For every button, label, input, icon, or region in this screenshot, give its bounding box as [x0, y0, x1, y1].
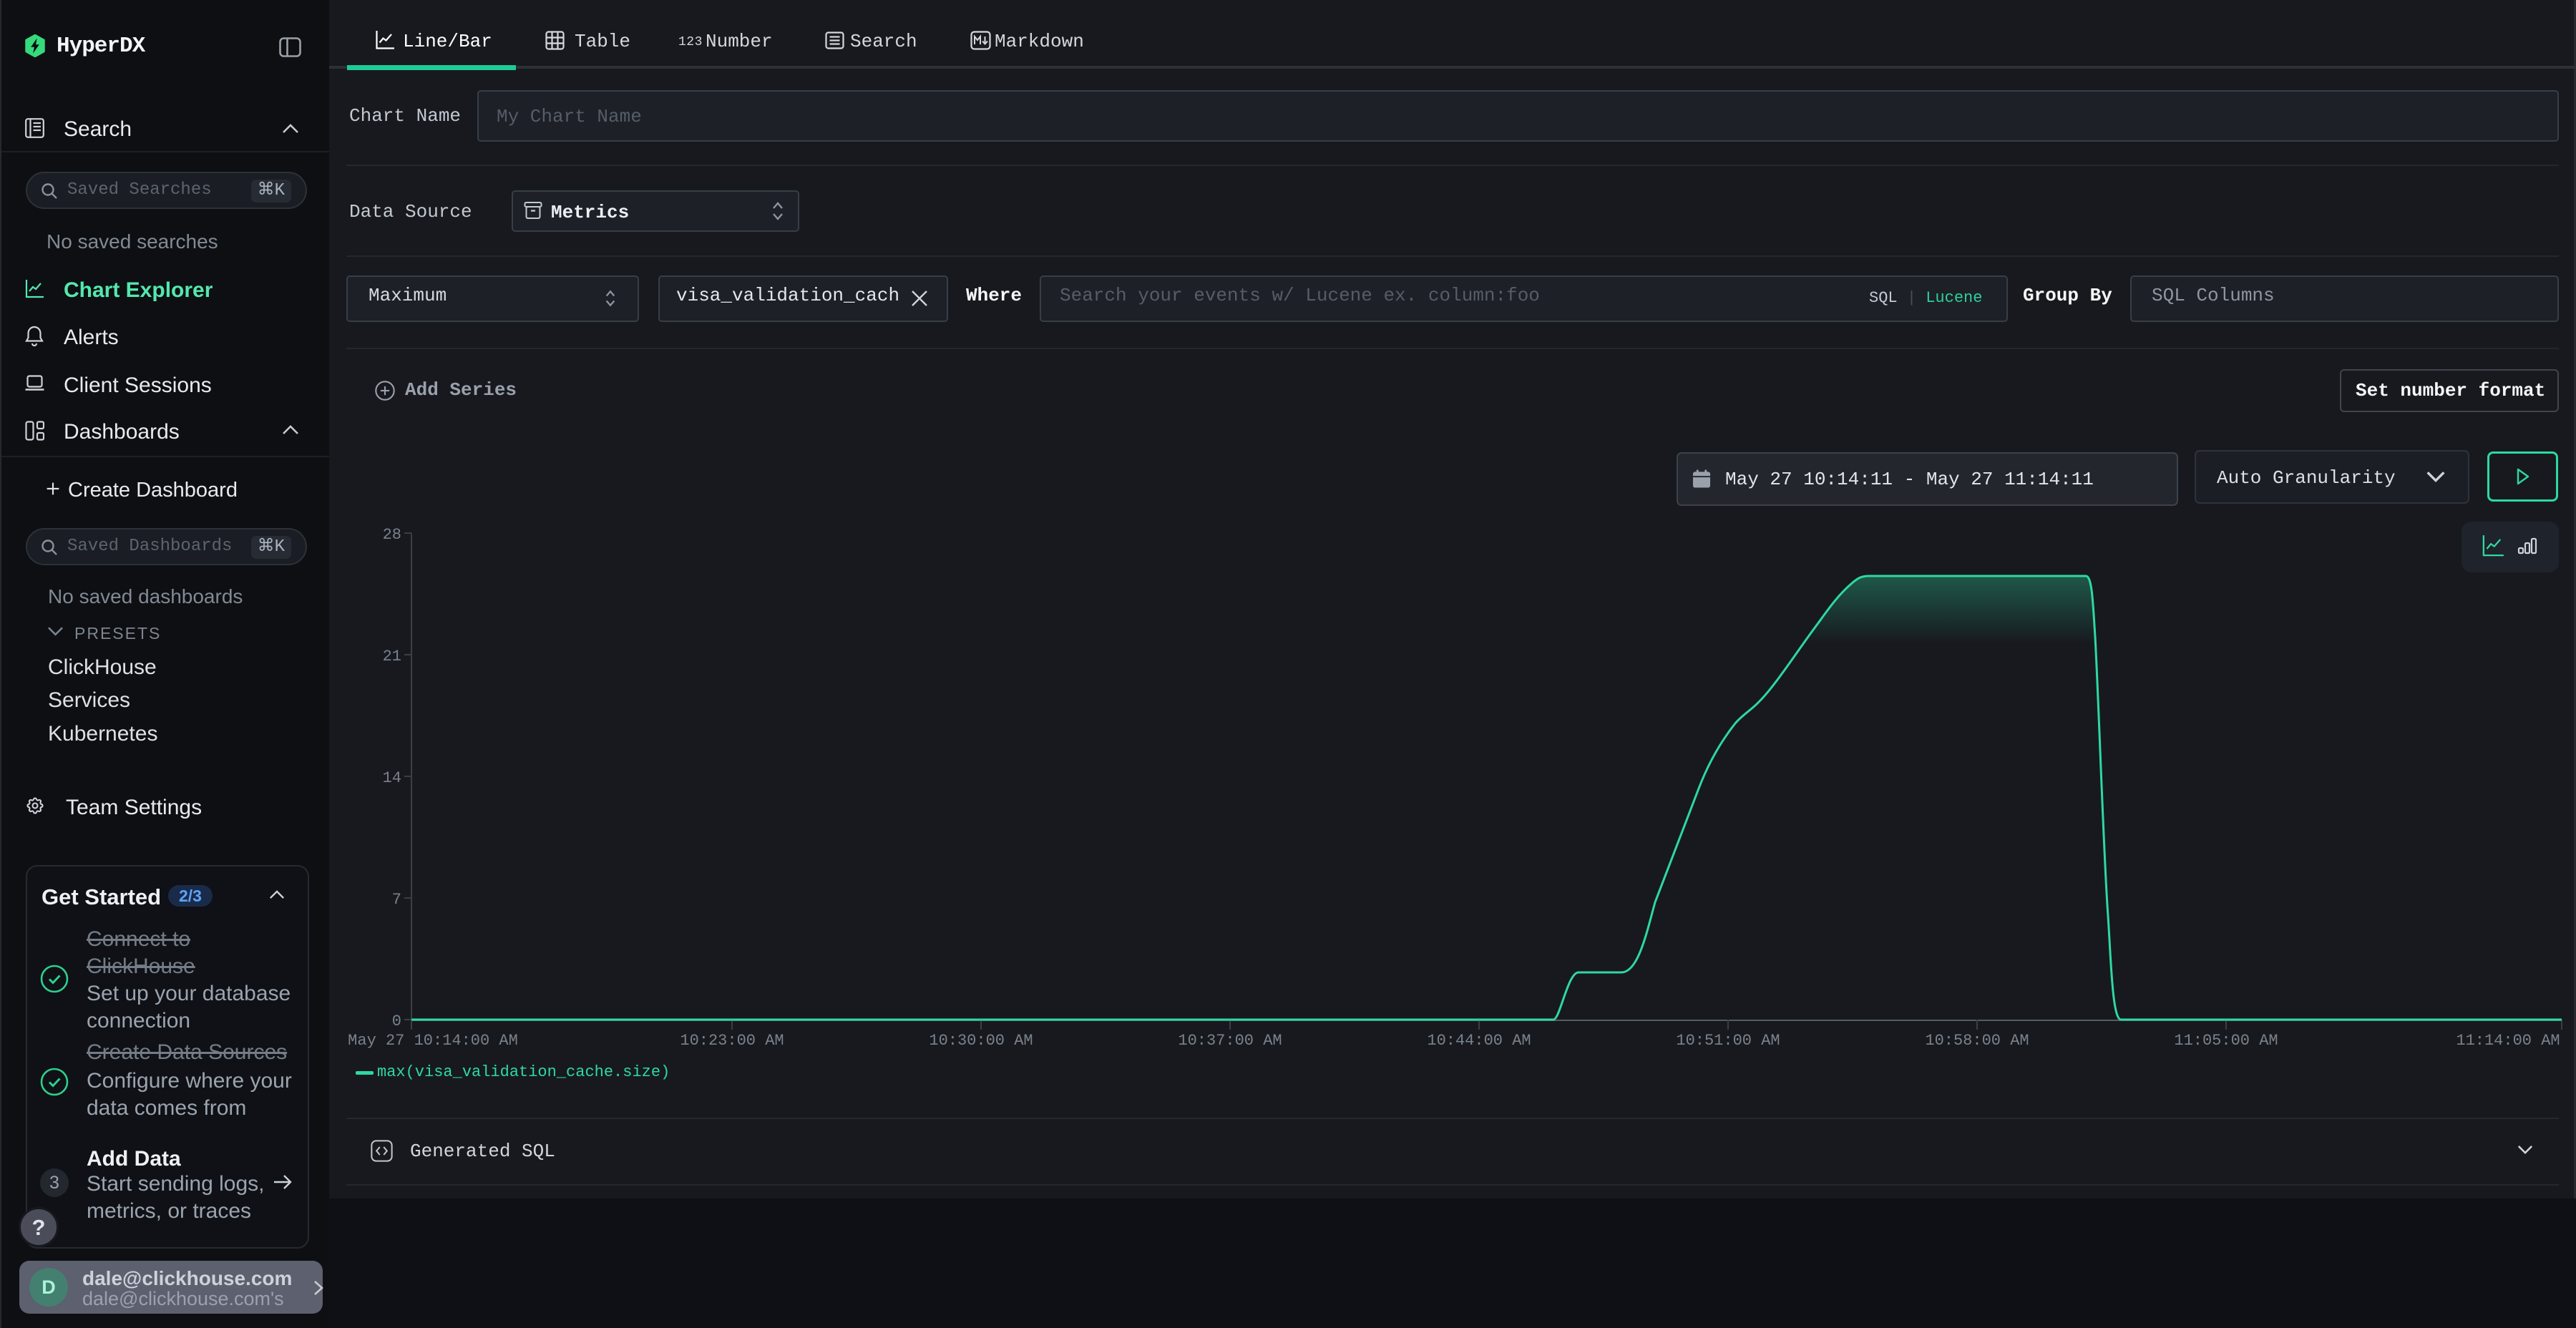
svg-text:21: 21 [383, 648, 401, 665]
svg-text:10:37:00 AM: 10:37:00 AM [1178, 1032, 1282, 1050]
svg-text:28: 28 [383, 526, 401, 544]
svg-text:0: 0 [392, 1012, 401, 1030]
svg-text:7: 7 [392, 891, 401, 909]
svg-text:10:30:00 AM: 10:30:00 AM [929, 1032, 1033, 1050]
svg-text:11:14:00 AM: 11:14:00 AM [2456, 1032, 2560, 1050]
svg-text:10:51:00 AM: 10:51:00 AM [1676, 1032, 1780, 1050]
svg-text:May 27 10:14:00 AM: May 27 10:14:00 AM [348, 1032, 518, 1050]
svg-text:14: 14 [383, 769, 401, 787]
svg-text:10:23:00 AM: 10:23:00 AM [680, 1032, 784, 1050]
svg-text:10:58:00 AM: 10:58:00 AM [1925, 1032, 2029, 1050]
svg-text:10:44:00 AM: 10:44:00 AM [1427, 1032, 1531, 1050]
svg-text:11:05:00 AM: 11:05:00 AM [2174, 1032, 2278, 1050]
